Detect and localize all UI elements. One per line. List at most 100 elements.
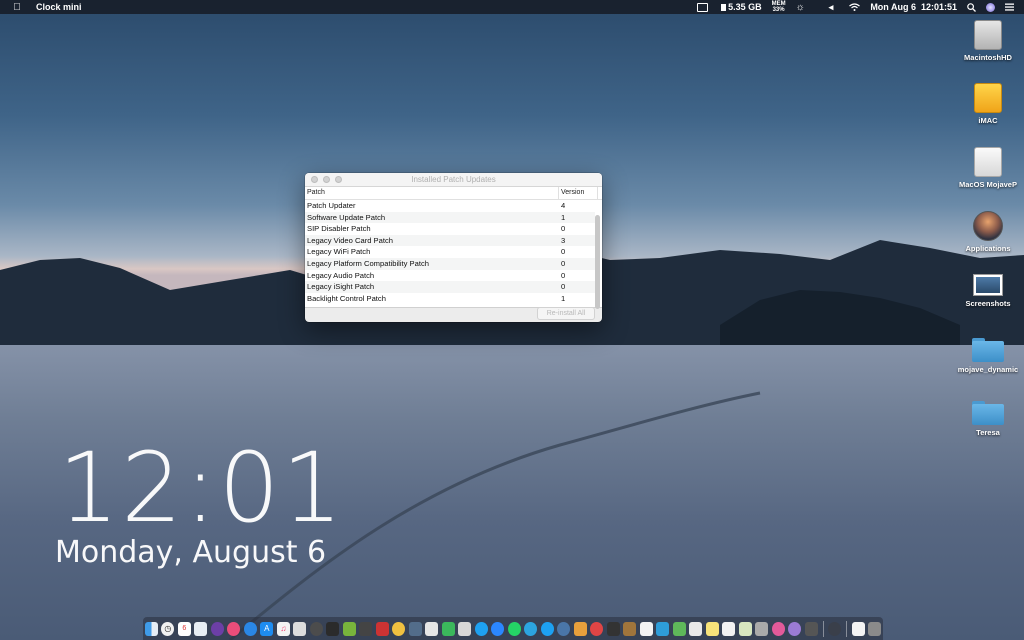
patch-version: 0 xyxy=(561,270,566,280)
table-row[interactable]: Patch Updater 4 xyxy=(305,200,595,212)
system-preferences-icon[interactable] xyxy=(804,621,818,636)
finder-icon[interactable] xyxy=(144,621,158,636)
desktop-icon-label: Teresa xyxy=(976,428,1000,437)
podcasts-icon[interactable] xyxy=(227,621,241,636)
desktop-icon-teresa[interactable]: Teresa xyxy=(948,401,1024,437)
column-header-patch[interactable]: Patch xyxy=(305,187,559,199)
activity-monitor-icon[interactable] xyxy=(326,621,340,636)
disk-status[interactable]: 5.35 GB xyxy=(721,2,762,12)
textedit-icon[interactable] xyxy=(458,621,472,636)
script-editor-icon[interactable] xyxy=(722,621,736,636)
table-row[interactable]: Legacy WiFi Patch 0 xyxy=(305,246,595,258)
column-header-version[interactable]: Version xyxy=(559,187,598,199)
table-row[interactable]: Backlight Control Patch 1 xyxy=(305,293,595,305)
patch-version: 0 xyxy=(561,258,566,268)
photo-booth-icon[interactable] xyxy=(375,621,389,636)
home-icon[interactable] xyxy=(573,621,587,636)
desktop-icon-imac[interactable]: iMAC xyxy=(948,83,1024,125)
numbers-chart-icon[interactable] xyxy=(672,621,686,636)
clock-icon[interactable]: ◷ xyxy=(161,621,175,636)
siri-app-icon[interactable] xyxy=(210,621,224,636)
table-scrollbar[interactable] xyxy=(595,215,600,309)
table-header: Patch Version xyxy=(305,187,602,200)
close-button[interactable] xyxy=(311,176,318,183)
launchpad-icon[interactable] xyxy=(194,621,208,636)
notification-center-icon[interactable] xyxy=(1005,3,1014,11)
app-menu-name[interactable]: Clock mini xyxy=(36,2,82,12)
dock: ◷ 6 A ♫ xyxy=(143,617,883,640)
wifi-icon[interactable] xyxy=(849,3,861,11)
calendar-icon[interactable]: 6 xyxy=(177,621,191,636)
photo-app-icon[interactable] xyxy=(771,621,785,636)
keynote-icon[interactable] xyxy=(656,621,670,636)
brightness-icon[interactable]: ☼ xyxy=(796,2,805,13)
patch-version: 0 xyxy=(561,247,566,257)
stickies-icon[interactable] xyxy=(705,621,719,636)
patch-version: 1 xyxy=(561,212,566,222)
siri-icon[interactable] xyxy=(986,2,995,12)
preview-icon[interactable] xyxy=(425,621,439,636)
hard-drive-icon xyxy=(974,20,1002,50)
image-capture-icon[interactable] xyxy=(408,621,422,636)
itunes-icon[interactable]: ♫ xyxy=(276,621,290,636)
downloads-stack-icon[interactable] xyxy=(828,621,842,636)
skype-icon[interactable] xyxy=(474,621,488,636)
screenshot-icon xyxy=(973,274,1003,296)
window-title: Installed Patch Updates xyxy=(411,175,496,184)
chrome-icon[interactable] xyxy=(392,621,406,636)
rocket-icon[interactable] xyxy=(309,621,323,636)
dictionary-icon[interactable] xyxy=(606,621,620,636)
drive-icon xyxy=(974,147,1002,177)
apple-icon[interactable]:  xyxy=(12,2,22,13)
document-stack-icon[interactable] xyxy=(851,621,865,636)
pages-icon[interactable] xyxy=(639,621,653,636)
volume-icon[interactable]: ◂ xyxy=(829,2,834,13)
telegram-icon[interactable] xyxy=(524,621,538,636)
podcast-icon[interactable] xyxy=(788,621,802,636)
patch-version: 4 xyxy=(561,201,566,210)
table-row[interactable]: Legacy Video Card Patch 3 xyxy=(305,234,595,247)
table-row[interactable]: Software Update Patch 1 xyxy=(305,211,595,224)
table-row[interactable]: SIP Disabler Patch 0 xyxy=(305,223,595,235)
desktop-icon-applications[interactable]: Applications xyxy=(948,211,1024,253)
table-row[interactable]: Legacy iSight Patch 0 xyxy=(305,281,595,293)
zoom-button[interactable] xyxy=(335,176,342,183)
contacts-icon[interactable] xyxy=(755,621,769,636)
table-rows: Patch Updater 4 Software Update Patch 1 SI… xyxy=(305,200,595,304)
memory-status[interactable]: MEM 33% xyxy=(772,1,786,13)
window-controls xyxy=(311,176,342,183)
chess-icon[interactable] xyxy=(359,621,373,636)
dock-separator xyxy=(846,620,847,637)
desktop-icon-macos-mojavep[interactable]: MacOS MojaveP xyxy=(948,147,1024,189)
table-row[interactable]: Legacy Audio Patch 0 xyxy=(305,270,595,282)
patch-version: 3 xyxy=(561,235,566,245)
photos-icon[interactable] xyxy=(293,621,307,636)
desktop-icon-mojave-dynamic[interactable]: mojave_dynamic xyxy=(948,338,1024,374)
table-row[interactable]: Legacy Platform Compatibility Patch 0 xyxy=(305,257,595,270)
messenger-icon[interactable] xyxy=(491,621,505,636)
desktop-icon-screenshots[interactable]: Screenshots xyxy=(948,274,1024,308)
reinstall-all-button[interactable]: Re-install All xyxy=(537,307,595,320)
app-store-icon[interactable]: A xyxy=(260,621,274,636)
vk-icon[interactable] xyxy=(557,621,571,636)
desktop-icon-label: MacintoshHD xyxy=(964,53,1012,62)
font-book-icon[interactable] xyxy=(689,621,703,636)
twitter-icon[interactable] xyxy=(540,621,554,636)
applications-icon xyxy=(973,211,1003,241)
trash-icon[interactable] xyxy=(868,621,882,636)
whatsapp-icon[interactable] xyxy=(507,621,521,636)
desktop-icon-macintoshhd[interactable]: MacintoshHD xyxy=(948,20,1024,62)
numbers-icon[interactable] xyxy=(342,621,356,636)
notes-icon[interactable] xyxy=(623,621,637,636)
window-titlebar[interactable]: Installed Patch Updates xyxy=(305,173,602,187)
safari-icon[interactable] xyxy=(243,621,257,636)
news-icon[interactable] xyxy=(590,621,604,636)
maps-icon[interactable] xyxy=(738,621,752,636)
minimize-button[interactable] xyxy=(323,176,330,183)
spotlight-icon[interactable] xyxy=(967,2,976,12)
monitor-icon[interactable] xyxy=(697,2,711,12)
dock-separator xyxy=(822,620,824,637)
messages-icon[interactable] xyxy=(441,621,455,636)
desktop-icon-label: Screenshots xyxy=(965,299,1011,308)
datetime[interactable]: Mon Aug 6 12:01:51 xyxy=(870,2,957,12)
